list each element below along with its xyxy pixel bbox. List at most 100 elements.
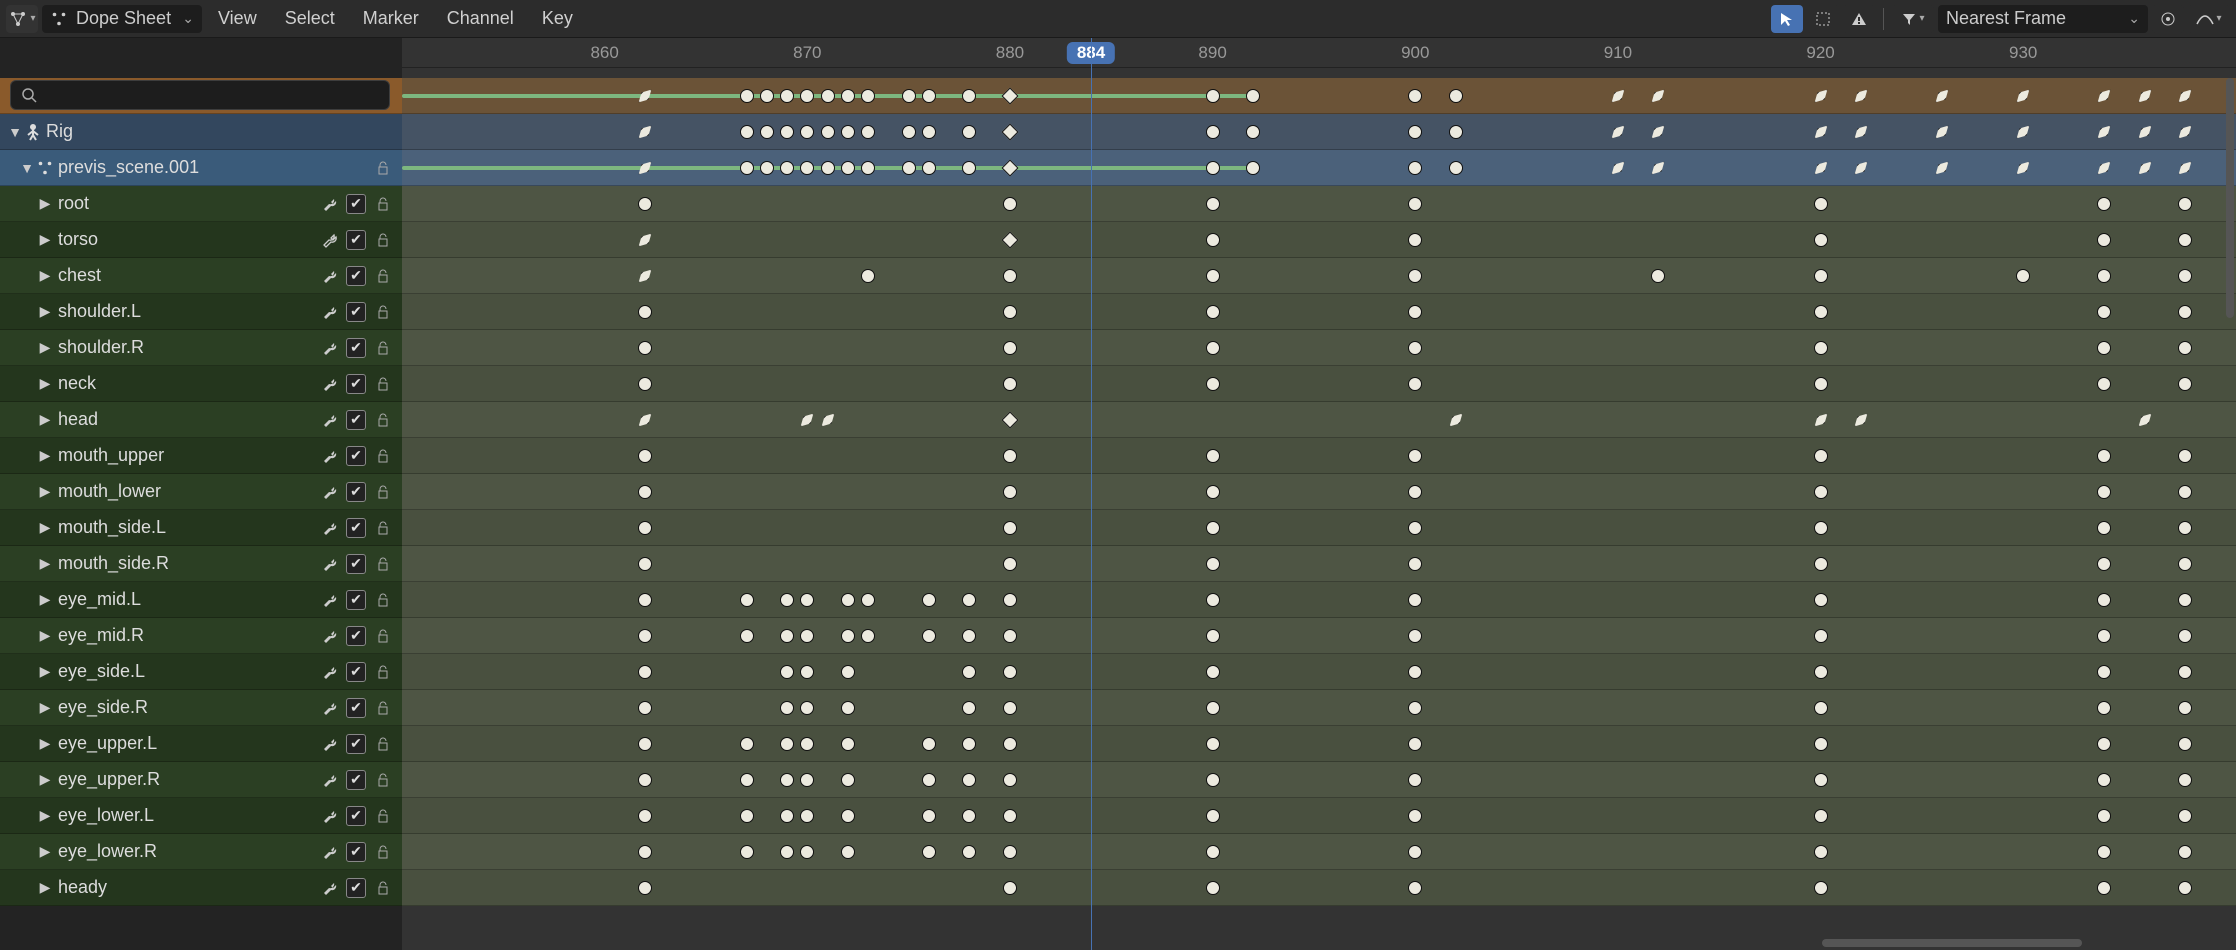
keyframe[interactable] [1851,158,1871,178]
keyframe[interactable] [760,125,774,139]
keyframe[interactable] [1408,593,1422,607]
channel-row[interactable]: ▶shoulder.L [0,294,402,330]
keyframe[interactable] [1932,158,1952,178]
keyframe[interactable] [638,737,652,751]
keyframe[interactable] [1001,123,1018,140]
keyframe[interactable] [1814,485,1828,499]
keyframe[interactable] [962,773,976,787]
keyframe-track[interactable] [402,510,2236,546]
wrench-icon[interactable] [318,733,340,755]
keyframe[interactable] [1814,773,1828,787]
keyframe[interactable] [2097,593,2111,607]
keyframe[interactable] [740,845,754,859]
keyframe[interactable] [962,629,976,643]
mute-checkbox[interactable] [346,230,366,250]
keyframe[interactable] [780,125,794,139]
disclosure-icon[interactable]: ▶ [36,195,54,212]
keyframe[interactable] [861,161,875,175]
keyframe[interactable] [861,593,875,607]
mute-checkbox[interactable] [346,878,366,898]
channel-row[interactable]: ▶mouth_side.L [0,510,402,546]
keyframe[interactable] [1003,701,1017,715]
keyframe[interactable] [2178,593,2192,607]
keyframe-track[interactable] [402,438,2236,474]
mute-checkbox[interactable] [346,302,366,322]
keyframe[interactable] [1408,485,1422,499]
keyframe[interactable] [2175,86,2195,106]
keyframe[interactable] [1814,629,1828,643]
lock-icon[interactable] [372,193,394,215]
keyframe[interactable] [638,557,652,571]
keyframe-track[interactable] [402,834,2236,870]
keyframe-track[interactable] [402,258,2236,294]
keyframe[interactable] [1003,449,1017,463]
mute-checkbox[interactable] [346,266,366,286]
keyframe[interactable] [797,410,817,430]
keyframe-track[interactable] [402,330,2236,366]
mute-checkbox[interactable] [346,482,366,502]
lock-icon[interactable] [372,409,394,431]
keyframe[interactable] [638,197,652,211]
keyframe[interactable] [922,125,936,139]
keyframe[interactable] [780,593,794,607]
keyframe[interactable] [841,629,855,643]
keyframe[interactable] [2097,809,2111,823]
keyframe[interactable] [1408,629,1422,643]
keyframe[interactable] [1003,737,1017,751]
keyframe[interactable] [2178,521,2192,535]
keyframe[interactable] [1206,233,1220,247]
falloff-button[interactable]: ▾ [2188,5,2230,33]
keyframe[interactable] [760,161,774,175]
keyframe[interactable] [1206,701,1220,715]
keyframe[interactable] [1449,125,1463,139]
keyframe[interactable] [861,269,875,283]
wrench-icon[interactable] [318,769,340,791]
keyframe[interactable] [1408,233,1422,247]
keyframe[interactable] [1651,269,1665,283]
keyframe[interactable] [2097,233,2111,247]
keyframe[interactable] [1408,377,1422,391]
lock-icon[interactable] [372,661,394,683]
mute-checkbox[interactable] [346,374,366,394]
keyframe[interactable] [2135,410,2155,430]
keyframe[interactable] [2178,485,2192,499]
keyframe[interactable] [1408,269,1422,283]
keyframe[interactable] [2097,557,2111,571]
keyframe-track[interactable] [402,762,2236,798]
disclosure-icon[interactable]: ▶ [36,771,54,788]
show-errors-button[interactable] [1843,5,1875,33]
keyframe-track[interactable] [402,474,2236,510]
lock-icon[interactable] [372,337,394,359]
disclosure-icon[interactable]: ▶ [36,375,54,392]
keyframe[interactable] [1206,773,1220,787]
keyframe-track[interactable] [402,294,2236,330]
row-rig[interactable]: ▼ Rig [0,114,402,150]
disclosure-icon[interactable]: ▼ [18,160,36,176]
keyframe[interactable] [2178,881,2192,895]
box-select-button[interactable] [1807,5,1839,33]
wrench-icon[interactable] [318,445,340,467]
keyframe[interactable] [740,773,754,787]
keyframe[interactable] [1003,845,1017,859]
keyframe[interactable] [2178,773,2192,787]
keyframe[interactable] [780,845,794,859]
mute-checkbox[interactable] [346,770,366,790]
keyframe[interactable] [1003,197,1017,211]
keyframe[interactable] [2178,377,2192,391]
keyframe[interactable] [1851,86,1871,106]
keyframe[interactable] [2094,122,2114,142]
keyframe[interactable] [780,809,794,823]
keyframe[interactable] [1003,809,1017,823]
keyframe[interactable] [780,161,794,175]
keyframe[interactable] [861,629,875,643]
mute-checkbox[interactable] [346,698,366,718]
keyframe[interactable] [1814,665,1828,679]
mute-checkbox[interactable] [346,410,366,430]
keyframe[interactable] [818,410,838,430]
keyframe-track[interactable] [402,546,2236,582]
keyframe[interactable] [1408,89,1422,103]
keyframe[interactable] [2097,449,2111,463]
proportional-edit-button[interactable] [2152,5,2184,33]
keyframe[interactable] [2178,701,2192,715]
keyframe[interactable] [1206,845,1220,859]
